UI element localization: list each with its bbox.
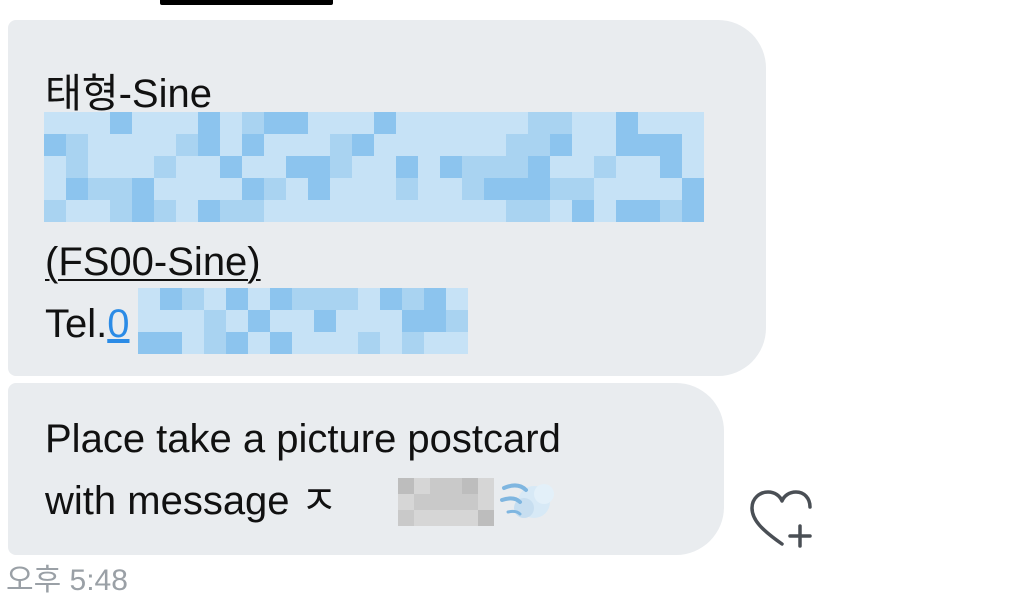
heart-plus-icon[interactable]: [748, 488, 820, 550]
redacted-phone-number: [138, 288, 468, 354]
tel-label: Tel.: [45, 302, 108, 346]
branch-code: (FS00-Sine): [45, 240, 261, 284]
message-bubble-request[interactable]: Place take a picture postcard with messa…: [8, 383, 724, 555]
message-timestamp: 오후 5:48: [6, 564, 128, 597]
redacted-message-text: [398, 478, 494, 526]
sender-name: 태형-Sine: [45, 72, 212, 116]
tel-link[interactable]: 0: [107, 302, 129, 346]
message-bubble-contact[interactable]: 태형-Sine (FS00-Sine) Tel.0: [8, 20, 766, 376]
tel-line: Tel.0: [45, 300, 130, 348]
redacted-address-block: [44, 112, 704, 222]
message-line-2: with message ㅈ: [45, 479, 338, 523]
message-line-1: Place take a picture postcard: [45, 417, 561, 461]
dashing-away-emoji-icon: [500, 483, 554, 518]
top-indicator-bar: [160, 0, 333, 5]
